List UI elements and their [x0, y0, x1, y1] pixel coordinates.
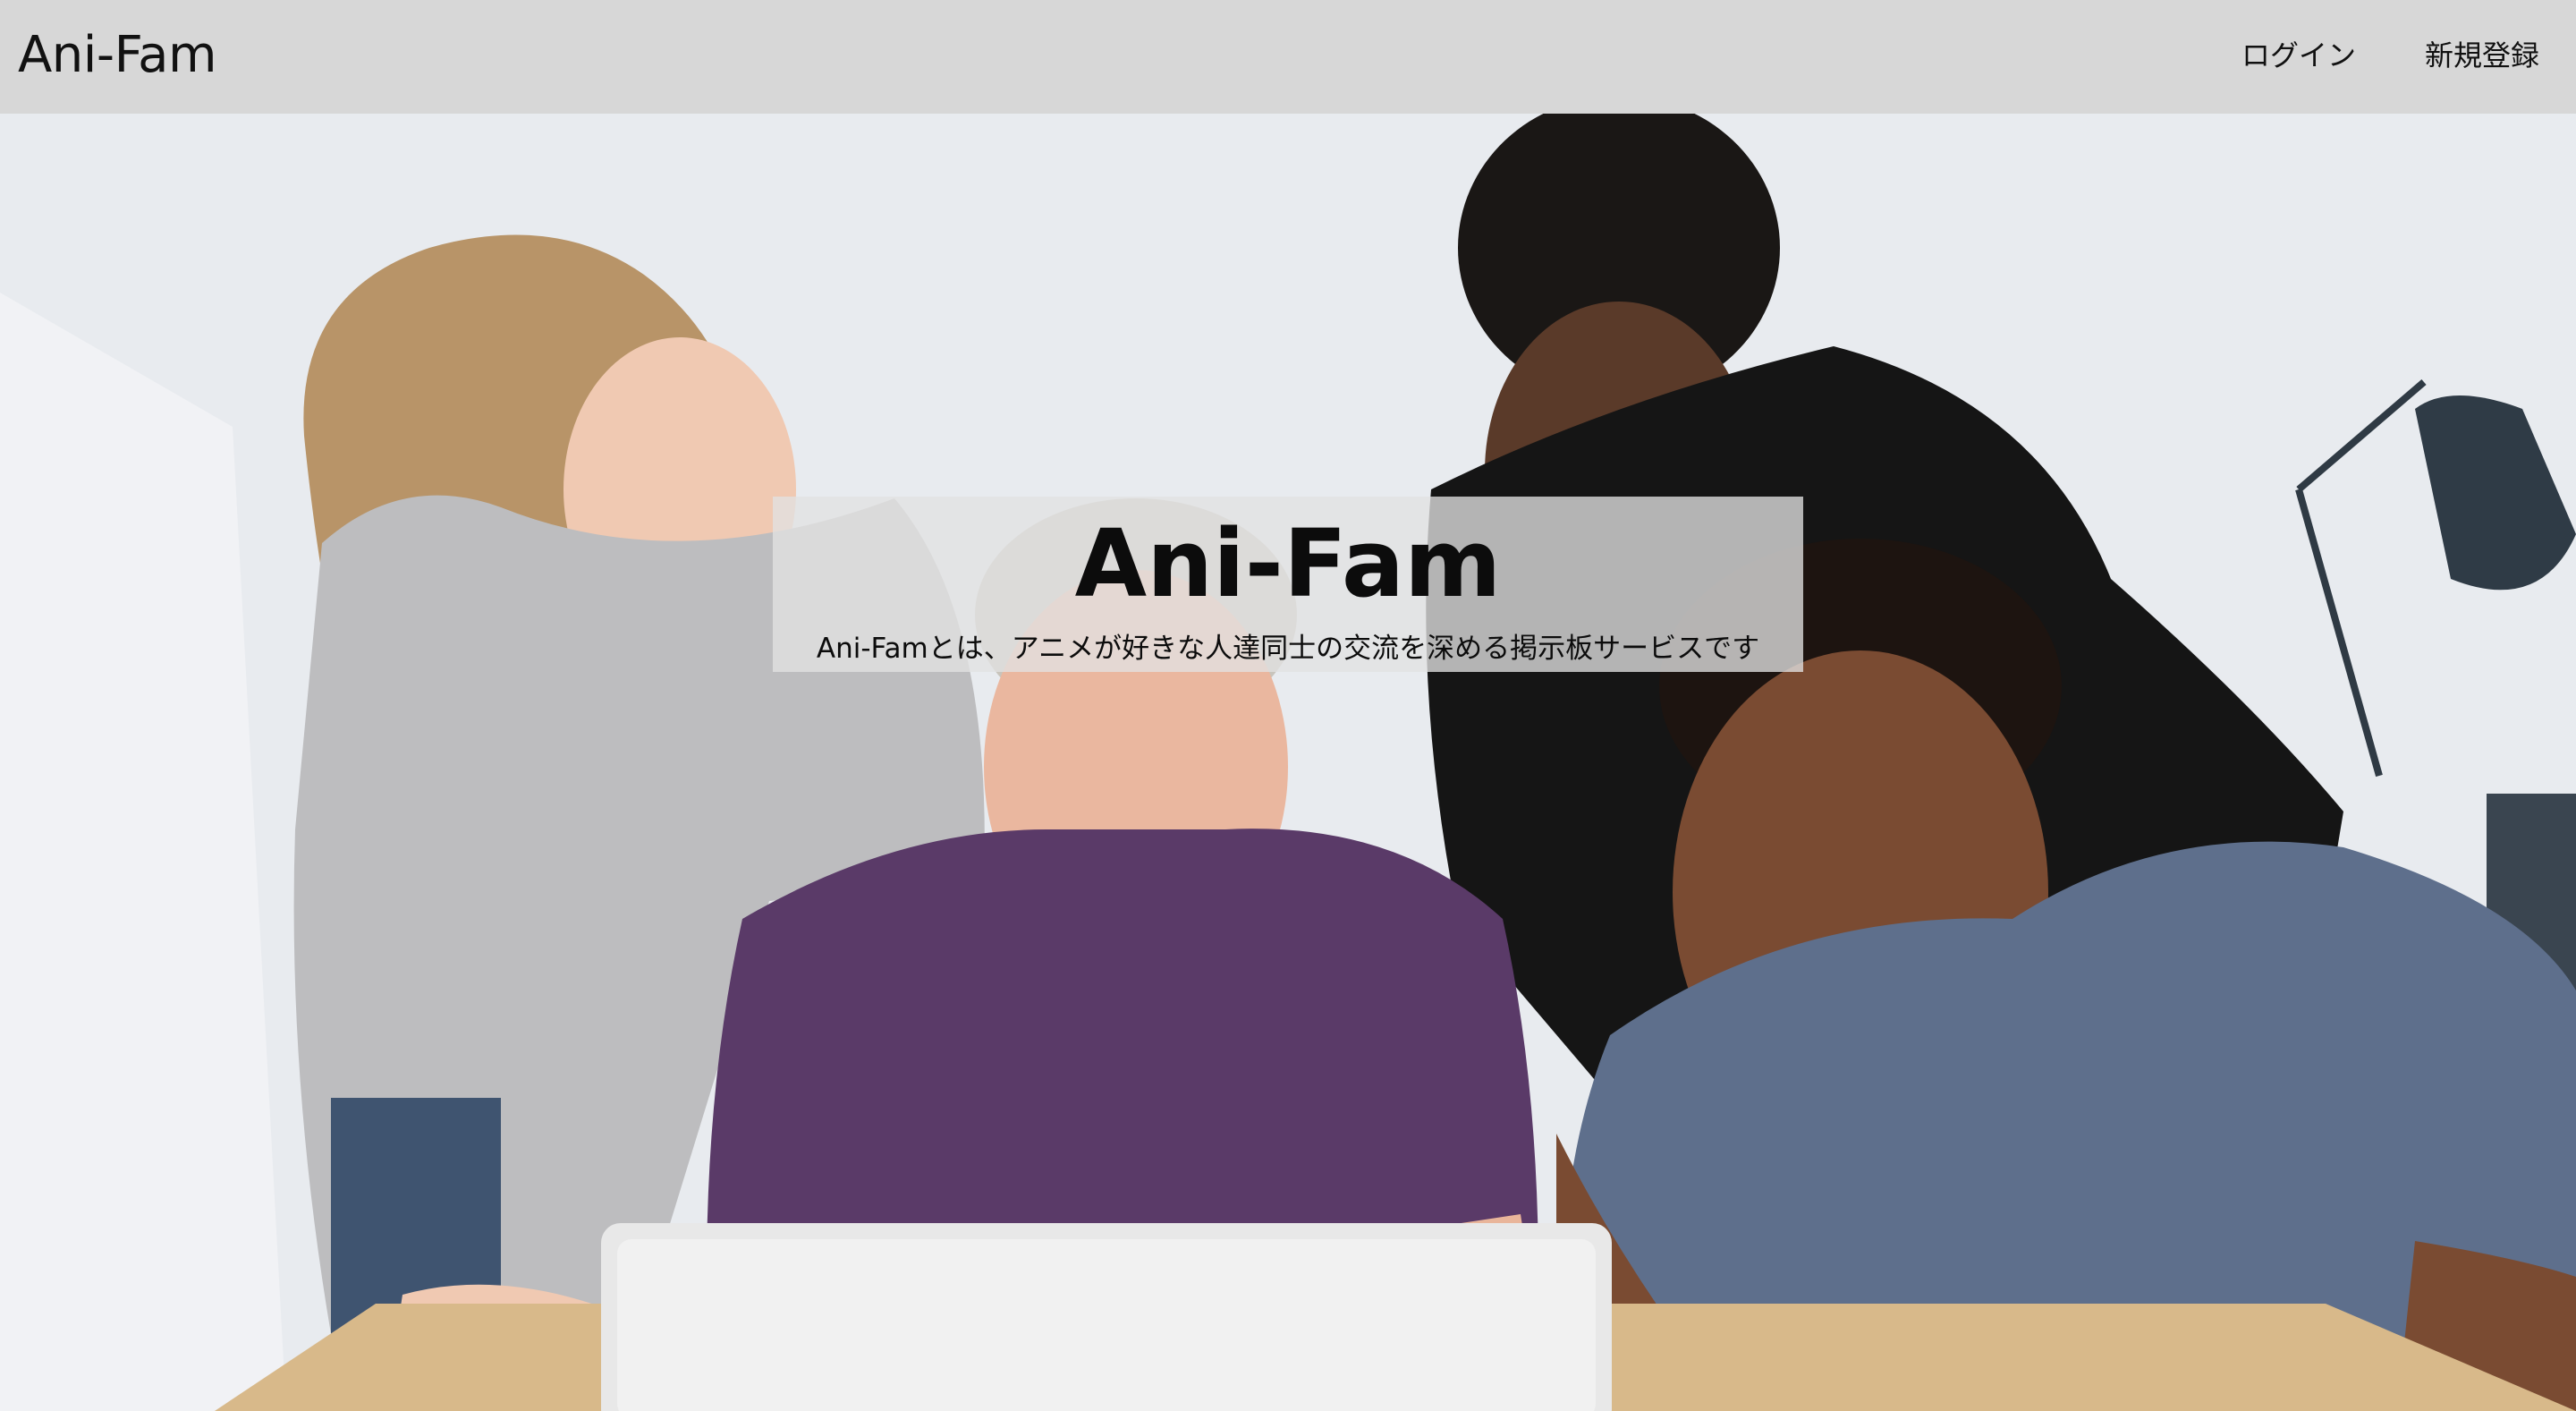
site-logo[interactable]: Ani-Fam: [18, 23, 217, 88]
hero-background-image: [0, 114, 2576, 1411]
hero-title: Ani-Fam: [1074, 509, 1502, 618]
laptop-shape: [601, 1223, 1612, 1411]
hero-section: Ani-Fam Ani-Famとは、アニメが好きな人達同士の交流を深める掲示板サ…: [0, 114, 2576, 1411]
signup-link[interactable]: 新規登録: [2425, 36, 2539, 75]
hero-subtitle: Ani-Famとは、アニメが好きな人達同士の交流を深める掲示板サービスです: [816, 633, 1760, 665]
hero-overlay-box: Ani-Fam Ani-Famとは、アニメが好きな人達同士の交流を深める掲示板サ…: [773, 497, 1803, 672]
login-link[interactable]: ログイン: [2241, 36, 2356, 75]
site-header: Ani-Fam ログイン 新規登録: [0, 0, 2576, 114]
